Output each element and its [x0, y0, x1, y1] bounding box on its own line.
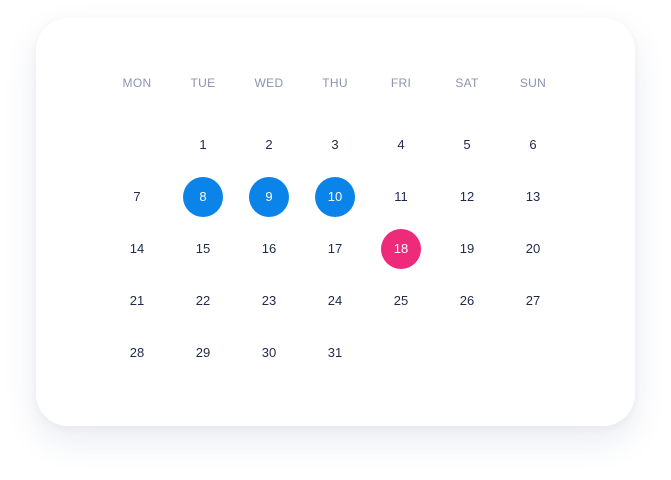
day-12[interactable]: 12: [447, 177, 487, 217]
day-29[interactable]: 29: [183, 333, 223, 373]
day-21[interactable]: 21: [117, 281, 157, 321]
day-8-selected[interactable]: 8: [183, 177, 223, 217]
day-6[interactable]: 6: [513, 125, 553, 165]
day-24[interactable]: 24: [315, 281, 355, 321]
day-23[interactable]: 23: [249, 281, 289, 321]
day-9-selected[interactable]: 9: [249, 177, 289, 217]
day-25[interactable]: 25: [381, 281, 421, 321]
day-20[interactable]: 20: [513, 229, 553, 269]
day-2[interactable]: 2: [249, 125, 289, 165]
day-19[interactable]: 19: [447, 229, 487, 269]
day-22[interactable]: 22: [183, 281, 223, 321]
weekday-fri: FRI: [390, 76, 412, 90]
weekday-sun: SUN: [519, 76, 547, 90]
day-13[interactable]: 13: [513, 177, 553, 217]
day-28[interactable]: 28: [117, 333, 157, 373]
day-1[interactable]: 1: [183, 125, 223, 165]
day-31[interactable]: 31: [315, 333, 355, 373]
day-15[interactable]: 15: [183, 229, 223, 269]
day-10-selected[interactable]: 10: [315, 177, 355, 217]
day-3[interactable]: 3: [315, 125, 355, 165]
weekday-thu: THU: [322, 76, 348, 90]
day-18-highlighted[interactable]: 18: [381, 229, 421, 269]
weekday-wed: WED: [254, 76, 284, 90]
page: MON TUE WED THU FRI SAT SUN 1 2 3 4 5 6 …: [0, 0, 671, 480]
day-27[interactable]: 27: [513, 281, 553, 321]
day-17[interactable]: 17: [315, 229, 355, 269]
weekday-mon: MON: [122, 76, 152, 90]
day-7[interactable]: 7: [117, 177, 157, 217]
day-14[interactable]: 14: [117, 229, 157, 269]
calendar-card: MON TUE WED THU FRI SAT SUN 1 2 3 4 5 6 …: [36, 18, 635, 426]
day-16[interactable]: 16: [249, 229, 289, 269]
weekday-sat: SAT: [455, 76, 479, 90]
day-30[interactable]: 30: [249, 333, 289, 373]
day-26[interactable]: 26: [447, 281, 487, 321]
day-11[interactable]: 11: [381, 177, 421, 217]
day-5[interactable]: 5: [447, 125, 487, 165]
weekday-tue: TUE: [190, 76, 216, 90]
day-4[interactable]: 4: [381, 125, 421, 165]
